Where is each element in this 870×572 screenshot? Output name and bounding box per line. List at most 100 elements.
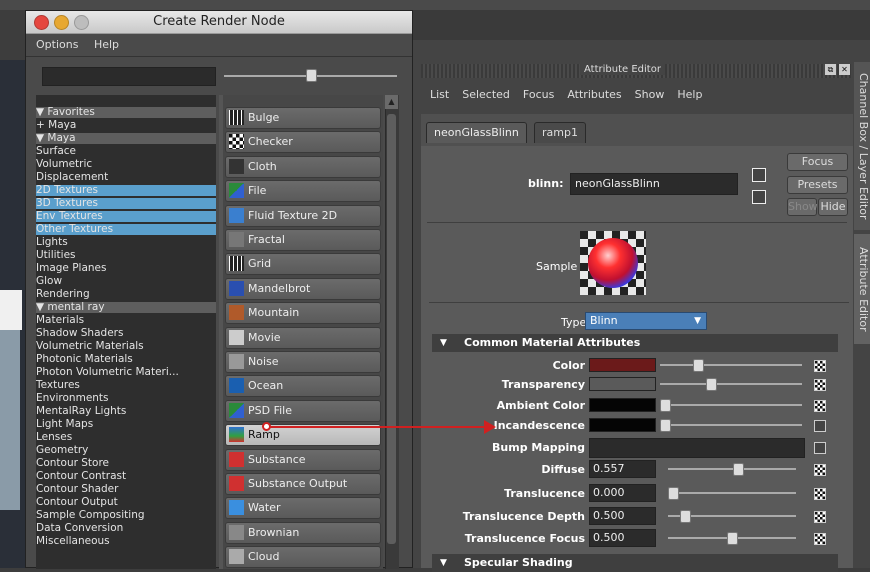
node-button-mandelbrot[interactable]: Mandelbrot — [225, 277, 381, 300]
tree-item[interactable]: Shadow Shaders — [36, 328, 216, 339]
presets-button[interactable]: Presets — [787, 176, 848, 194]
input-connection-icon[interactable] — [752, 168, 766, 182]
tree-item[interactable]: Contour Contrast — [36, 471, 216, 482]
menu-options[interactable]: Options — [36, 38, 78, 51]
node-button-grid[interactable]: Grid — [225, 253, 381, 276]
ambient-color-map-icon[interactable] — [814, 400, 826, 412]
ae-menu-list[interactable]: List — [430, 88, 449, 101]
tree-item[interactable]: Lenses — [36, 432, 216, 443]
tree-item[interactable]: Geometry — [36, 445, 216, 456]
node-button-psd-file[interactable]: PSD File — [225, 399, 381, 422]
transparency-slider-handle[interactable] — [706, 378, 718, 391]
transparency-map-icon[interactable] — [814, 379, 826, 391]
transparency-slider-track[interactable] — [660, 383, 802, 385]
tree-item[interactable]: Image Planes — [36, 263, 216, 274]
node-button-ocean[interactable]: Ocean — [225, 375, 381, 398]
close-icon[interactable]: ✕ — [839, 64, 850, 75]
diffuse-slider-handle[interactable] — [732, 463, 744, 476]
tree-item[interactable]: Light Maps — [36, 419, 216, 430]
node-button-cloth[interactable]: Cloth — [225, 155, 381, 178]
ae-menu-help[interactable]: Help — [677, 88, 702, 101]
tree-item[interactable]: ▼ mental ray — [36, 302, 216, 313]
translucence-slider-handle[interactable] — [668, 487, 679, 500]
translucence-depth-map-icon[interactable] — [814, 511, 826, 523]
translucence-field[interactable]: 0.000 — [589, 484, 656, 502]
node-name-field[interactable]: neonGlassBlinn — [570, 173, 738, 195]
output-connection-icon[interactable] — [752, 190, 766, 204]
focus-button[interactable]: Focus — [787, 153, 848, 171]
translucence-focus-map-icon[interactable] — [814, 533, 826, 545]
node-button-substance-output[interactable]: Substance Output — [225, 473, 381, 495]
scroll-up-arrow-icon[interactable]: ▲ — [385, 95, 398, 109]
node-button-cloud[interactable]: Cloud — [225, 546, 381, 569]
translucence-slider-track[interactable] — [668, 492, 796, 494]
tree-item[interactable]: Contour Output — [36, 497, 216, 508]
node-button-bulge[interactable]: Bulge — [225, 107, 381, 129]
transparency-swatch[interactable] — [589, 377, 656, 391]
tree-item[interactable]: Volumetric — [36, 159, 216, 170]
menu-help[interactable]: Help — [94, 38, 119, 51]
hide-button[interactable]: Hide — [818, 198, 848, 216]
tree-item[interactable]: Materials — [36, 315, 216, 326]
tree-item[interactable]: Contour Store — [36, 458, 216, 469]
tree-item[interactable]: Photonic Materials — [36, 354, 216, 365]
color-swatch[interactable] — [589, 358, 656, 372]
bump-mapping-field[interactable] — [589, 438, 805, 458]
tree-item[interactable]: Displacement — [36, 172, 216, 183]
incandescence-map-icon[interactable] — [814, 420, 826, 432]
icon-size-slider-handle[interactable] — [306, 69, 317, 82]
bump-mapping-map-icon[interactable] — [814, 442, 826, 454]
tree-item[interactable]: Other Textures — [36, 224, 216, 235]
section-common-material[interactable]: ▼ Common Material Attributes — [432, 334, 838, 352]
tree-item[interactable]: Glow — [36, 276, 216, 287]
type-dropdown[interactable]: Blinn ▼ — [585, 312, 707, 330]
tree-item[interactable]: Utilities — [36, 250, 216, 261]
tree-item[interactable]: 3D Textures — [36, 198, 216, 209]
ae-menu-show[interactable]: Show — [635, 88, 665, 101]
color-slider-track[interactable] — [660, 364, 802, 366]
tree-item[interactable]: Photon Volumetric Materi... — [36, 367, 216, 378]
tree-item[interactable]: Rendering — [36, 289, 216, 300]
tab-neonglassblinn[interactable]: neonGlassBlinn — [426, 122, 527, 143]
tree-item[interactable]: Lights — [36, 237, 216, 248]
node-button-water[interactable]: Water — [225, 497, 381, 520]
ae-menu-attributes[interactable]: Attributes — [567, 88, 621, 101]
tree-item[interactable]: ▼ Maya — [36, 133, 216, 144]
translucence-map-icon[interactable] — [814, 488, 826, 500]
tree-item[interactable]: Surface — [36, 146, 216, 157]
incandescence-slider-handle[interactable] — [660, 419, 671, 432]
tree-item[interactable]: ▼ Favorites — [36, 107, 216, 118]
show-button[interactable]: Show — [787, 198, 818, 216]
tree-item[interactable]: Volumetric Materials — [36, 341, 216, 352]
node-button-checker[interactable]: Checker — [225, 131, 381, 154]
node-button-noise[interactable]: Noise — [225, 351, 381, 373]
color-slider-handle[interactable] — [693, 359, 704, 372]
ambient-color-slider-handle[interactable] — [660, 399, 671, 412]
ambient-color-swatch[interactable] — [589, 398, 656, 412]
translucence-focus-slider-handle[interactable] — [727, 532, 738, 545]
node-button-brownian[interactable]: Brownian — [225, 521, 381, 544]
translucence-focus-field[interactable]: 0.500 — [589, 529, 656, 547]
translucence-depth-field[interactable]: 0.500 — [589, 507, 656, 525]
diffuse-map-icon[interactable] — [814, 464, 826, 476]
tree-item[interactable]: MentalRay Lights — [36, 406, 216, 417]
translucence-depth-slider-handle[interactable] — [679, 510, 691, 523]
node-button-file[interactable]: File — [225, 180, 381, 203]
tree-item[interactable]: 2D Textures — [36, 185, 216, 196]
tree-item[interactable]: Contour Shader — [36, 484, 216, 495]
scrollbar-thumb[interactable] — [387, 114, 396, 544]
tree-item[interactable]: Env Textures — [36, 211, 216, 222]
search-input[interactable] — [42, 67, 216, 86]
diffuse-field[interactable]: 0.557 — [589, 460, 656, 478]
channel-box-tab[interactable]: Channel Box / Layer Editor — [854, 62, 870, 230]
attribute-editor-tab[interactable]: Attribute Editor — [854, 234, 870, 344]
ambient-color-slider-track[interactable] — [660, 404, 802, 406]
node-button-substance[interactable]: Substance — [225, 448, 381, 471]
ae-menu-selected[interactable]: Selected — [462, 88, 510, 101]
tab-ramp1[interactable]: ramp1 — [534, 122, 586, 143]
node-button-movie[interactable]: Movie — [225, 326, 381, 349]
section-specular-shading[interactable]: ▼ Specular Shading — [432, 554, 838, 572]
tree-item[interactable]: + Maya — [36, 120, 216, 131]
tree-item[interactable]: Textures — [36, 380, 216, 391]
node-button-fluid-texture-2d[interactable]: Fluid Texture 2D — [225, 204, 381, 227]
